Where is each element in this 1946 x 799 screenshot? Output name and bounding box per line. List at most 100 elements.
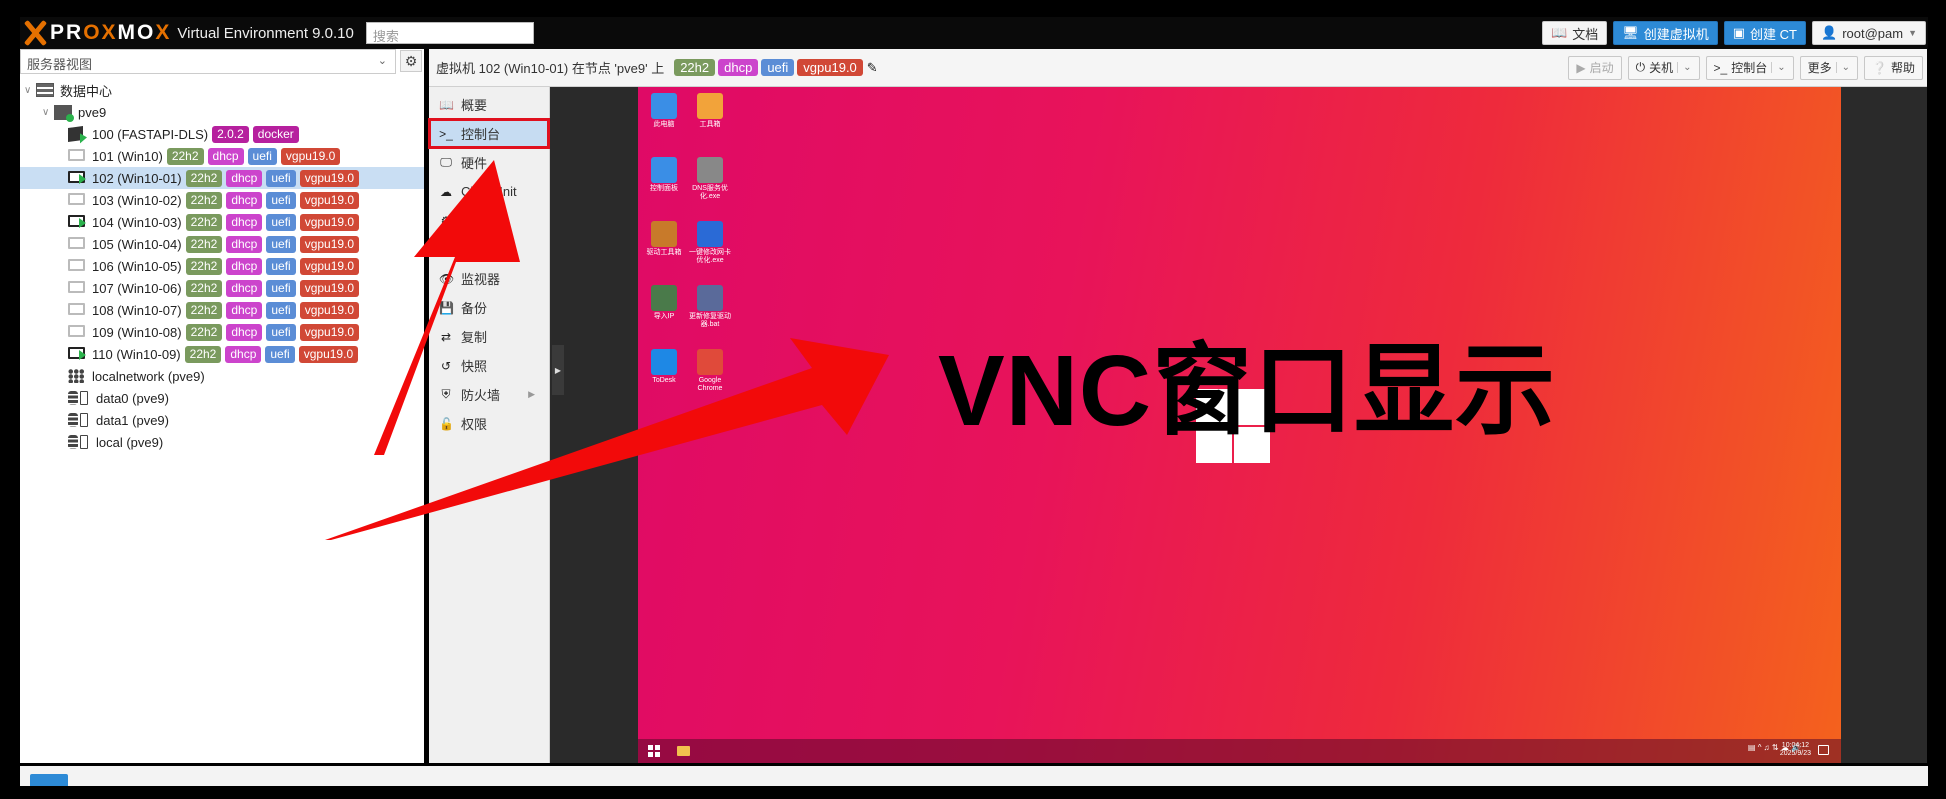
search-input[interactable]: 搜索 [365, 22, 534, 44]
console-button[interactable]: >_ 控制台 ⌄ [1705, 55, 1794, 80]
start-button[interactable]: ▶ 启动 [1568, 55, 1622, 80]
guest-label: 101 (Win10) [92, 148, 163, 164]
vnc-console[interactable]: ▶ 此电脑 工具箱 控制面板 DNS服务优化.exe 驱动工具箱 一键修改网卡优化.exe… [550, 87, 1927, 763]
menu-item-4[interactable]: ⚙ 选项 [429, 206, 549, 235]
tree-guest-100[interactable]: 100 (FASTAPI-DLS) 2.0.2 docker [20, 123, 424, 145]
menu-item-label: 防火墙 [461, 388, 501, 403]
menu-item-0[interactable]: 📖 概要 [429, 90, 549, 119]
tree-storage-data1[interactable]: data1 (pve9) [20, 409, 424, 431]
desktop-icon[interactable]: ToDesk [642, 349, 686, 385]
tag-badge: 2.0.2 [212, 125, 249, 143]
view-selector[interactable]: 服务器视图 ⌄ [20, 49, 396, 74]
tree-guest-109[interactable]: 109 (Win10-08) 22h2 dhcp uefi vgpu19.0 [20, 321, 424, 343]
gear-icon: ⚙ [440, 213, 452, 228]
main-panel: 虚拟机 102 (Win10-01) 在节点 'pve9' 上 22h2 dhcp… [428, 49, 1927, 763]
book-icon: 📖 [1551, 25, 1568, 40]
expand-arrow-icon[interactable]: ▶ [552, 345, 564, 395]
desktop-icon[interactable]: 一键修改网卡优化.exe [688, 221, 732, 265]
menu-item-9[interactable]: ↺ 快照 [429, 351, 549, 380]
question-icon: ❔ [1872, 60, 1887, 75]
tree-sdn-zone[interactable]: localnetwork (pve9) [20, 365, 424, 387]
shutdown-button[interactable]: ⏻ 关机 ⌄ [1627, 55, 1700, 80]
tag-badge: dhcp [207, 147, 244, 165]
edit-tags-icon[interactable]: ✎ [867, 60, 878, 76]
tree-guest-104[interactable]: 104 (Win10-03) 22h2 dhcp uefi vgpu19.0 [20, 211, 424, 233]
desktop-icon[interactable]: Google Chrome [688, 349, 732, 393]
guest-desktop[interactable]: 此电脑 工具箱 控制面板 DNS服务优化.exe 驱动工具箱 一键修改网卡优化.exe 导入… [638, 87, 1841, 763]
desktop-icon[interactable]: DNS服务优化.exe [688, 157, 732, 201]
tag-badge: uefi [266, 301, 296, 319]
power-icon: ⏻ [1635, 60, 1646, 74]
desktop-icon[interactable]: 控制面板 [642, 157, 686, 193]
tag-badge: 22h2 [185, 323, 223, 341]
desktop-icon[interactable]: 导入IP [642, 285, 686, 321]
menu-item-1[interactable]: >_ 控制台 [428, 118, 550, 149]
tree-guest-110[interactable]: 110 (Win10-09) 22h2 dhcp uefi vgpu19.0 [20, 343, 424, 365]
tree-guest-101[interactable]: 101 (Win10) 22h2 dhcp uefi vgpu19.0 [20, 145, 424, 167]
taskbar-clock[interactable]: 10:04:12 2025/9/23 [1780, 742, 1811, 758]
tree-guest-108[interactable]: 108 (Win10-07) 22h2 dhcp uefi vgpu19.0 [20, 299, 424, 321]
tag-badge: vgpu19.0 [299, 257, 360, 275]
storage-icon [68, 391, 90, 405]
notification-icon[interactable] [1818, 745, 1829, 755]
create-vm-button[interactable]: 🖥 创建虚拟机 [1613, 21, 1718, 45]
folder-icon[interactable] [677, 746, 690, 756]
page-title: 虚拟机 102 (Win10-01) 在节点 'pve9' 上 [436, 61, 665, 76]
tag-badge: vgpu19.0 [298, 345, 359, 363]
guest-label: 102 (Win10-01) [92, 170, 182, 186]
storage-label: local (pve9) [96, 434, 164, 450]
cube-icon: ▣ [1732, 25, 1746, 40]
menu-item-5[interactable]: ☰ 任务历史 [429, 235, 549, 264]
tree-node-pve9[interactable]: ∨ pve9 [20, 101, 424, 123]
menu-item-label: 备份 [461, 301, 488, 316]
tree-guest-107[interactable]: 107 (Win10-06) 22h2 dhcp uefi vgpu19.0 [20, 277, 424, 299]
tag-badge: dhcp [226, 279, 263, 297]
desktop-icon[interactable]: 此电脑 [642, 93, 686, 129]
tree-storage-data0[interactable]: data0 (pve9) [20, 387, 424, 409]
collapse-icon[interactable]: ∨ [42, 107, 54, 118]
tag-badge: 22h2 [185, 257, 223, 275]
cloud-icon: ☁ [440, 184, 452, 199]
chevron-down-icon[interactable]: ⌄ [1771, 62, 1786, 73]
tree-guest-106[interactable]: 106 (Win10-05) 22h2 dhcp uefi vgpu19.0 [20, 255, 424, 277]
tag-badge: 22h2 [185, 235, 223, 253]
menu-item-8[interactable]: ⇄ 复制 [429, 322, 549, 351]
app-icon [651, 221, 677, 247]
menu-item-11[interactable]: 🔓 权限 [429, 409, 549, 438]
vm-header: 虚拟机 102 (Win10-01) 在节点 'pve9' 上 22h2 dhcp… [429, 49, 1927, 87]
tasks-tab[interactable] [30, 774, 68, 786]
menu-item-10[interactable]: ⛨ 防火墙 ▶ [429, 380, 549, 409]
proxmox-logo[interactable]: PROXMOX [22, 19, 171, 47]
chevron-down-icon[interactable]: ⌄ [1677, 62, 1692, 73]
datacenter-icon [36, 83, 54, 97]
tag-badge: 22h2 [185, 279, 223, 297]
app-icon [697, 221, 723, 247]
terminal-icon: >_ [1713, 60, 1728, 75]
create-ct-button[interactable]: ▣ 创建 CT [1723, 21, 1806, 45]
menu-item-2[interactable]: 🖵 硬件 [429, 148, 549, 177]
app-icon [697, 93, 723, 119]
help-button[interactable]: ❔ 帮助 [1864, 55, 1923, 80]
chevron-down-icon: ⌄ [1835, 62, 1850, 73]
start-icon[interactable] [648, 745, 660, 757]
desktop-icon[interactable]: 驱动工具箱 [642, 221, 686, 257]
desktop-icon-label: 驱动工具箱 [646, 249, 682, 256]
desktop-icon[interactable]: 工具箱 [688, 93, 732, 129]
gear-icon[interactable]: ⚙ [400, 50, 422, 72]
collapse-icon[interactable]: ∨ [24, 85, 36, 96]
tree-datacenter[interactable]: ∨ 数据中心 [20, 79, 424, 101]
docs-button[interactable]: 📖 文档 [1542, 21, 1608, 45]
menu-item-7[interactable]: 💾 备份 [429, 293, 549, 322]
tree-guest-103[interactable]: 103 (Win10-02) 22h2 dhcp uefi vgpu19.0 [20, 189, 424, 211]
user-menu-button[interactable]: 👤 root@pam ▼ [1812, 21, 1926, 45]
tree-storage-local[interactable]: local (pve9) [20, 431, 424, 453]
menu-item-3[interactable]: ☁ Cloud-Init [429, 177, 549, 206]
tag-badge: uefi [266, 279, 296, 297]
tree-guest-102[interactable]: 102 (Win10-01) 22h2 dhcp uefi vgpu19.0 [20, 167, 424, 189]
app-icon [697, 285, 723, 311]
tree-guest-105[interactable]: 105 (Win10-04) 22h2 dhcp uefi vgpu19.0 [20, 233, 424, 255]
more-button[interactable]: 更多 ⌄ [1799, 55, 1859, 80]
vm-stopped-icon [68, 281, 86, 295]
menu-item-6[interactable]: 👁 监视器 [429, 264, 549, 293]
desktop-icon[interactable]: 更新修复驱动器.bat [688, 285, 732, 329]
